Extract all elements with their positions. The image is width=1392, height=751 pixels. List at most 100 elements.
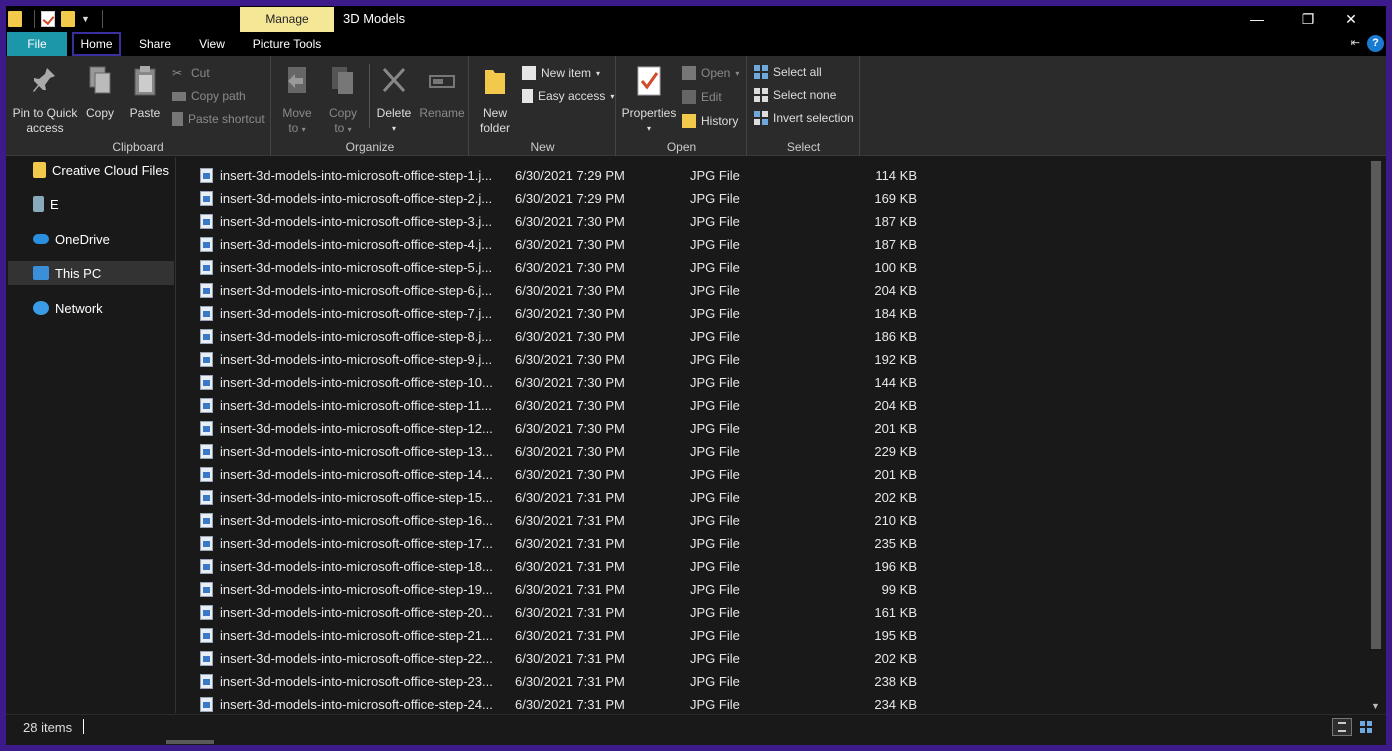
pin-label-line1: Pin to Quick: [12, 106, 78, 120]
details-view-button[interactable]: [1332, 718, 1352, 736]
copy-path-button[interactable]: Copy path: [172, 89, 246, 103]
nav-item-onedrive[interactable]: OneDrive: [8, 227, 174, 251]
cut-button[interactable]: ✂ Cut: [172, 66, 210, 80]
file-row[interactable]: insert-3d-models-into-microsoft-office-s…: [177, 417, 1357, 440]
properties-check-icon[interactable]: [41, 11, 55, 27]
jpg-file-icon: [200, 168, 213, 183]
jpg-file-icon: [200, 490, 213, 505]
file-name: insert-3d-models-into-microsoft-office-s…: [220, 214, 493, 229]
jpg-file-icon: [200, 559, 213, 574]
new-folder-label-line1: New: [482, 106, 507, 120]
file-row[interactable]: insert-3d-models-into-microsoft-office-s…: [177, 394, 1357, 417]
file-row[interactable]: insert-3d-models-into-microsoft-office-s…: [177, 601, 1357, 624]
file-row[interactable]: insert-3d-models-into-microsoft-office-s…: [177, 256, 1357, 279]
file-row[interactable]: insert-3d-models-into-microsoft-office-s…: [177, 210, 1357, 233]
restore-button[interactable]: ❐: [1285, 6, 1331, 32]
file-row[interactable]: insert-3d-models-into-microsoft-office-s…: [177, 348, 1357, 371]
open-button[interactable]: Open ▾: [682, 66, 739, 80]
file-row[interactable]: insert-3d-models-into-microsoft-office-s…: [177, 164, 1357, 187]
file-row[interactable]: insert-3d-models-into-microsoft-office-s…: [177, 371, 1357, 394]
file-row[interactable]: insert-3d-models-into-microsoft-office-s…: [177, 325, 1357, 348]
file-type: JPG File: [690, 674, 740, 689]
file-row[interactable]: insert-3d-models-into-microsoft-office-s…: [177, 693, 1357, 716]
navigation-pane: Creative Cloud Files E OneDrive This PC …: [6, 157, 176, 713]
jpg-file-icon: [200, 352, 213, 367]
easy-access-label: Easy access: [538, 89, 606, 103]
properties-button[interactable]: Properties ▾: [620, 64, 678, 136]
vertical-scrollbar[interactable]: ▼: [1368, 157, 1384, 713]
file-row[interactable]: insert-3d-models-into-microsoft-office-s…: [177, 624, 1357, 647]
select-all-button[interactable]: Select all: [754, 65, 822, 79]
scroll-down-arrow-icon[interactable]: ▼: [1371, 701, 1380, 711]
file-row[interactable]: insert-3d-models-into-microsoft-office-s…: [177, 486, 1357, 509]
tab-home[interactable]: Home: [72, 32, 121, 56]
file-type: JPG File: [690, 352, 740, 367]
edit-label: Edit: [701, 90, 722, 104]
new-folder-icon[interactable]: [61, 11, 75, 27]
file-row[interactable]: insert-3d-models-into-microsoft-office-s…: [177, 647, 1357, 670]
tab-picture-tools[interactable]: Picture Tools: [246, 32, 328, 56]
jpg-file-icon: [200, 582, 213, 597]
paste-shortcut-button[interactable]: Paste shortcut: [172, 112, 265, 126]
file-type: JPG File: [690, 398, 740, 413]
file-row[interactable]: insert-3d-models-into-microsoft-office-s…: [177, 187, 1357, 210]
file-type: JPG File: [690, 306, 740, 321]
copy-label: Copy: [85, 106, 114, 120]
paste-button[interactable]: Paste: [124, 64, 166, 121]
pin-ribbon-icon[interactable]: ⇤: [1351, 36, 1360, 49]
delete-x-icon: [382, 67, 406, 93]
close-button[interactable]: ✕: [1328, 6, 1374, 32]
new-item-button[interactable]: New item ▾: [522, 66, 600, 80]
delete-button[interactable]: Delete ▾: [373, 64, 415, 136]
file-date-modified: 6/30/2021 7:31 PM: [515, 582, 625, 597]
title-bar: ▼ Manage 3D Models — ❐ ✕: [6, 6, 1386, 32]
tab-share[interactable]: Share: [132, 32, 178, 56]
file-row[interactable]: insert-3d-models-into-microsoft-office-s…: [177, 302, 1357, 325]
select-none-button[interactable]: Select none: [754, 88, 836, 102]
properties-label: Properties: [621, 106, 677, 120]
file-row[interactable]: insert-3d-models-into-microsoft-office-s…: [177, 233, 1357, 256]
easy-access-button[interactable]: Easy access ▾: [522, 89, 614, 103]
new-item-chevron-icon: ▾: [596, 68, 601, 78]
tab-view[interactable]: View: [189, 32, 235, 56]
file-row[interactable]: insert-3d-models-into-microsoft-office-s…: [177, 555, 1357, 578]
file-row[interactable]: insert-3d-models-into-microsoft-office-s…: [177, 578, 1357, 601]
nav-item-network[interactable]: Network: [8, 296, 174, 320]
nav-item-this-pc[interactable]: This PC: [8, 261, 174, 285]
new-folder-button[interactable]: New folder: [474, 64, 516, 136]
file-row[interactable]: insert-3d-models-into-microsoft-office-s…: [177, 463, 1357, 486]
large-icons-view-button[interactable]: [1357, 718, 1377, 736]
file-row[interactable]: insert-3d-models-into-microsoft-office-s…: [177, 532, 1357, 555]
file-row[interactable]: insert-3d-models-into-microsoft-office-s…: [177, 279, 1357, 302]
move-to-button[interactable]: Move to ▾: [276, 64, 318, 137]
edit-button[interactable]: Edit: [682, 90, 722, 104]
file-row[interactable]: insert-3d-models-into-microsoft-office-s…: [177, 509, 1357, 532]
horizontal-scrollbar[interactable]: [6, 738, 1386, 745]
jpg-file-icon: [200, 214, 213, 229]
open-chevron-icon: ▾: [735, 68, 740, 78]
file-type: JPG File: [690, 513, 740, 528]
rename-button[interactable]: Rename: [418, 64, 466, 121]
file-row[interactable]: insert-3d-models-into-microsoft-office-s…: [177, 440, 1357, 463]
horizontal-scroll-thumb[interactable]: [166, 740, 214, 744]
nav-item-e-drive[interactable]: E: [8, 192, 174, 216]
tab-file[interactable]: File: [7, 32, 67, 56]
vertical-scroll-thumb[interactable]: [1371, 161, 1381, 649]
help-button[interactable]: ?: [1367, 35, 1384, 52]
manage-contextual-tab[interactable]: Manage: [240, 7, 334, 32]
pin-to-quick-access-button[interactable]: Pin to Quick access: [12, 64, 78, 136]
history-button[interactable]: History: [682, 114, 738, 128]
customize-toolbar-chevron-icon[interactable]: ▼: [81, 14, 90, 24]
copy-button[interactable]: Copy: [81, 64, 119, 121]
copy-to-button[interactable]: Copy to ▾: [322, 64, 364, 137]
copy-to-label-line1: Copy: [328, 106, 357, 120]
minimize-button[interactable]: —: [1234, 6, 1280, 32]
organize-separator: [369, 64, 370, 128]
file-size: 238 KB: [874, 674, 917, 689]
folder-icon[interactable]: [8, 11, 22, 27]
file-size: 229 KB: [874, 444, 917, 459]
file-date-modified: 6/30/2021 7:31 PM: [515, 628, 625, 643]
nav-item-creative-cloud-files[interactable]: Creative Cloud Files: [8, 158, 174, 182]
invert-selection-button[interactable]: Invert selection: [754, 111, 854, 125]
file-row[interactable]: insert-3d-models-into-microsoft-office-s…: [177, 670, 1357, 693]
